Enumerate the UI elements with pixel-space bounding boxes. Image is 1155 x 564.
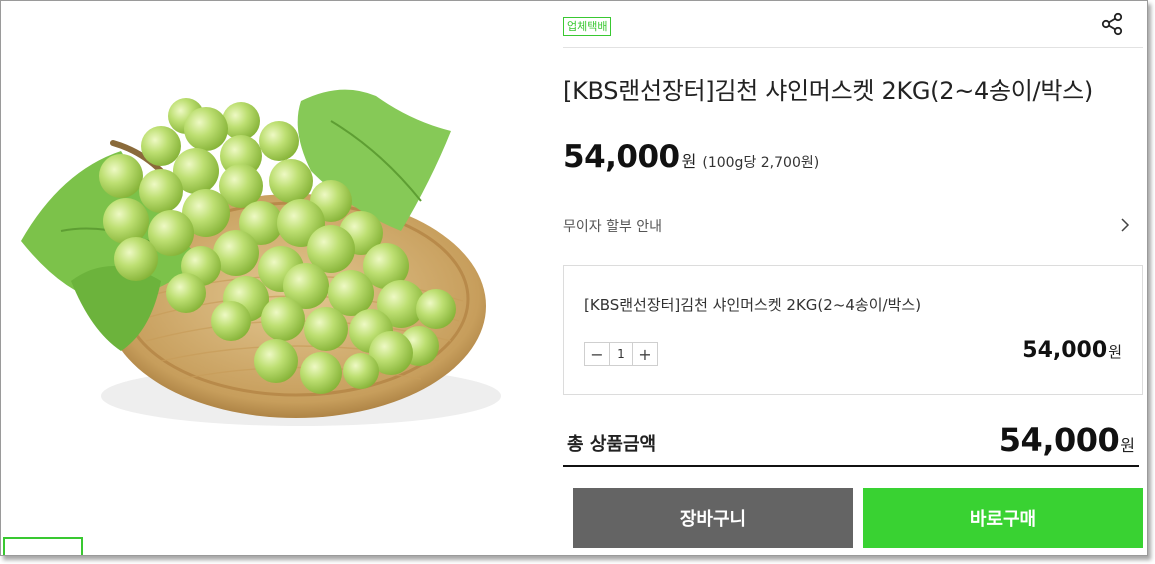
- increase-quantity-button[interactable]: +: [633, 343, 657, 365]
- unit-price-note: (100g당 2,700원): [702, 155, 820, 171]
- chevron-right-icon: [1119, 217, 1131, 233]
- option-price-currency: 원: [1108, 343, 1122, 361]
- total-price: 54,000원: [999, 421, 1135, 459]
- installment-info-link[interactable]: 무이자 할부 안내: [563, 209, 1133, 241]
- share-icon[interactable]: [1099, 11, 1125, 37]
- add-to-cart-button[interactable]: 장바구니: [573, 488, 853, 548]
- divider: [563, 47, 1143, 48]
- option-price: 54,000원: [1022, 338, 1122, 363]
- product-image: [1, 1, 541, 555]
- product-price: 54,000: [563, 139, 680, 175]
- total-price-currency: 원: [1120, 436, 1135, 455]
- selected-option-box: [KBS랜선장터]김천 샤인머스켓 2KG(2~4송이/박스) − 1 + 54…: [563, 265, 1143, 395]
- price-row: 54,000 원 (100g당 2,700원): [563, 139, 819, 175]
- quantity-value[interactable]: 1: [609, 343, 633, 365]
- thumbnail-selected[interactable]: [3, 537, 83, 555]
- buy-now-button[interactable]: 바로구매: [863, 488, 1143, 548]
- total-row: 총 상품금액 54,000원: [563, 415, 1139, 467]
- decrease-quantity-button[interactable]: −: [585, 343, 609, 365]
- option-name: [KBS랜선장터]김천 샤인머스켓 2KG(2~4송이/박스): [584, 296, 922, 314]
- installment-label: 무이자 할부 안내: [563, 219, 663, 235]
- option-price-value: 54,000: [1022, 338, 1108, 363]
- quantity-stepper: − 1 +: [584, 342, 658, 366]
- total-label: 총 상품금액: [567, 434, 657, 455]
- price-currency: 원: [681, 152, 697, 171]
- product-detail-window: 업체택배 [KBS랜선장터]김천 샤인머스켓 2KG(2~4송이/박스) 54,…: [0, 0, 1148, 556]
- product-title: [KBS랜선장터]김천 샤인머스켓 2KG(2~4송이/박스): [563, 77, 1093, 105]
- product-info-panel: 업체택배 [KBS랜선장터]김천 샤인머스켓 2KG(2~4송이/박스) 54,…: [563, 1, 1143, 555]
- shine-muscat-grapes-image: [21, 89, 501, 426]
- total-price-value: 54,000: [998, 421, 1120, 459]
- delivery-badge: 업체택배: [563, 17, 612, 36]
